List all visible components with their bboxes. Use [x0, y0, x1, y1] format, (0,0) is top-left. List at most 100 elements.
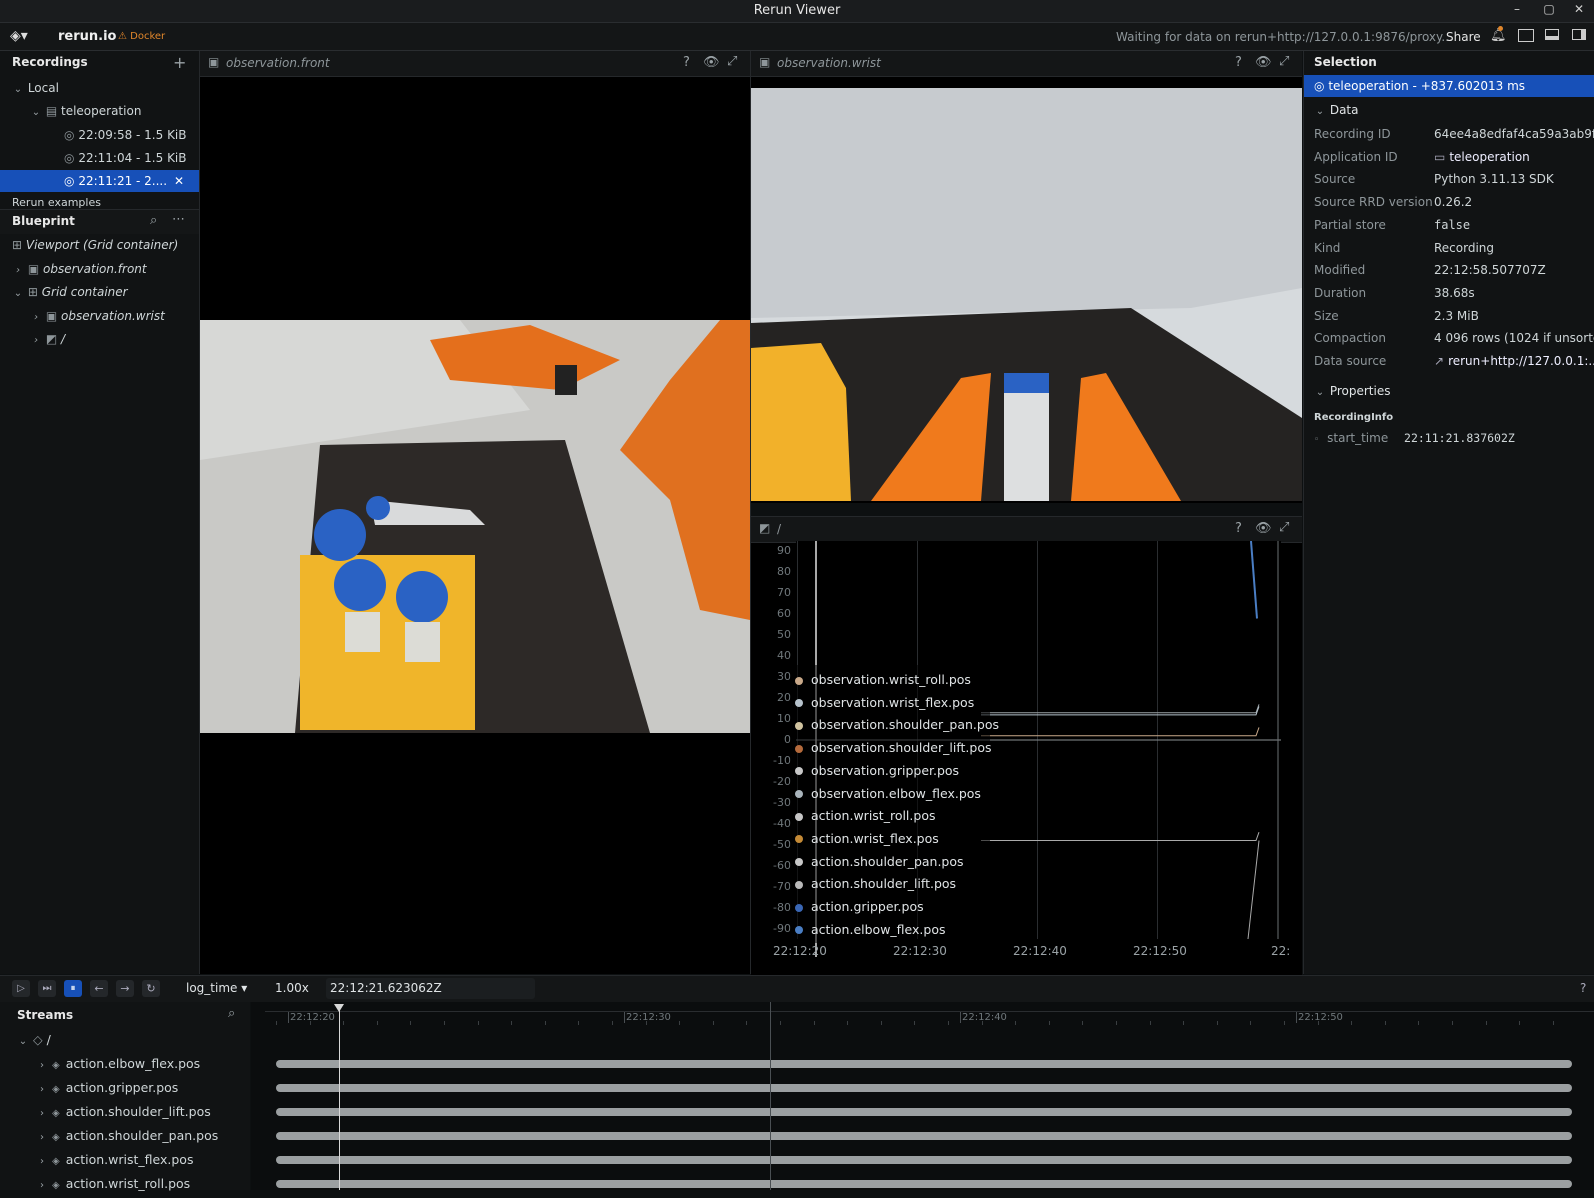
legend-entry[interactable]: observation.gripper.pos — [795, 760, 959, 782]
legend-entry[interactable]: observation.shoulder_lift.pos — [795, 737, 992, 759]
chevron-down-icon: ⌄ — [13, 288, 23, 299]
help-icon[interactable]: ? — [1235, 521, 1242, 536]
blueprint-item-grid[interactable]: ⌄ ⊞ Grid container — [12, 281, 128, 303]
step-forward-icon[interactable]: ⏭︎ — [38, 980, 56, 997]
legend-entry[interactable]: observation.wrist_roll.pos — [795, 669, 971, 691]
timeline-minor-tick — [343, 1021, 344, 1025]
rerun-examples-label[interactable]: Rerun examples — [12, 197, 101, 209]
x-tick-label: 22:12:20 — [773, 944, 827, 958]
legend-color-swatch — [795, 790, 803, 798]
timeline-selector[interactable]: log_time ▾ — [186, 981, 247, 995]
blueprint-item-wrist[interactable]: › ▣ observation.wrist — [30, 305, 165, 327]
timeline-tick-label: 22:12:50 — [1298, 1012, 1343, 1023]
recording-item[interactable]: ◎ 22:11:04 - 1.5 KiB — [64, 147, 187, 169]
step-next-icon[interactable]: → — [116, 980, 134, 997]
legend-entry[interactable]: action.wrist_flex.pos — [795, 828, 939, 850]
share-button[interactable]: Share — [1446, 30, 1481, 44]
help-icon[interactable]: ? — [683, 55, 690, 70]
legend-label: action.gripper.pos — [811, 899, 924, 914]
legend-entry[interactable]: action.gripper.pos — [795, 896, 924, 918]
plot-view-title[interactable]: / — [777, 522, 781, 536]
legend-entry[interactable]: action.wrist_roll.pos — [795, 805, 935, 827]
stream-item[interactable]: › ◈ action.shoulder_lift.pos — [36, 1100, 211, 1124]
streams-header: Streams — [17, 1008, 74, 1022]
stream-data-bar[interactable] — [276, 1060, 1572, 1068]
stream-item[interactable]: › ◈ action.gripper.pos — [36, 1076, 178, 1100]
legend-entry[interactable]: action.shoulder_lift.pos — [795, 873, 956, 895]
properties-section-header[interactable]: ⌄ Properties — [1314, 380, 1391, 402]
toggle-left-panel-icon[interactable] — [1518, 29, 1534, 42]
wrist-view-title[interactable]: observation.wrist — [777, 56, 881, 70]
legend-entry[interactable]: action.shoulder_pan.pos — [795, 851, 964, 873]
stream-item[interactable]: › ◈ action.wrist_roll.pos — [36, 1172, 190, 1196]
play-icon[interactable]: ▷ — [12, 980, 30, 997]
timeline-help-icon[interactable]: ? — [1580, 981, 1586, 995]
maximize-view-icon[interactable]: ⤢ — [1279, 54, 1289, 69]
toggle-bottom-panel-icon[interactable] — [1545, 29, 1559, 40]
help-icon[interactable]: ? — [1235, 55, 1242, 70]
search-icon[interactable]: ⌕ — [228, 1006, 235, 1021]
visibility-eye-icon[interactable]: 👁︎ — [1255, 55, 1272, 70]
stream-item[interactable]: › ◈ action.elbow_flex.pos — [36, 1052, 200, 1076]
stream-data-bar[interactable] — [276, 1156, 1572, 1164]
add-recording-icon[interactable]: + — [173, 53, 186, 72]
blueprint-item-plot[interactable]: › ◩ / — [30, 328, 65, 350]
blueprint-header-bar: Blueprint ⌕ ⋯ — [0, 209, 199, 234]
time-cursor[interactable] — [339, 1004, 340, 1190]
minimize-icon[interactable]: – — [1504, 2, 1530, 20]
field-link[interactable]: rerun+http://127.0.0.1:... — [1448, 354, 1594, 368]
timeline-minor-tick — [1082, 1021, 1083, 1025]
more-options-icon[interactable]: ⋯ — [172, 212, 185, 227]
legend-entry[interactable]: observation.elbow_flex.pos — [795, 783, 981, 805]
search-icon[interactable]: ⌕ — [150, 213, 157, 228]
app-icon: ▭ — [1434, 149, 1446, 164]
timeline-tick-label: 22:12:20 — [290, 1012, 335, 1023]
step-back-icon[interactable]: ← — [90, 980, 108, 997]
recording-item[interactable]: ◎ 22:09:58 - 1.5 KiB — [64, 124, 187, 146]
app-teleoperation[interactable]: ⌄ ▤ teleoperation — [30, 100, 142, 122]
selected-item[interactable]: ◎ teleoperation - +837.602013 ms — [1304, 75, 1594, 97]
legend-entry[interactable]: observation.shoulder_pan.pos — [795, 714, 999, 736]
entity-icon: ◇ — [32, 1032, 43, 1047]
time-controls: ▷ ⏭︎ ⏸︎ ← → ↻ log_time ▾ 1.00x 22:12:21.… — [0, 975, 1594, 1002]
stream-data-bar[interactable] — [276, 1084, 1572, 1092]
field-key: Recording ID — [1314, 127, 1391, 141]
legend-color-swatch — [795, 676, 803, 685]
blueprint-item-front[interactable]: › ▣ observation.front — [12, 258, 147, 280]
field-link[interactable]: teleoperation — [1449, 150, 1529, 164]
local-group[interactable]: ⌄ Local — [12, 77, 59, 99]
stream-item[interactable]: › ◈ action.shoulder_pan.pos — [36, 1124, 218, 1148]
stream-item[interactable]: › ◈ action.wrist_flex.pos — [36, 1148, 193, 1172]
maximize-view-icon[interactable]: ⤢ — [1279, 520, 1289, 535]
grid-icon: ⊞ — [12, 238, 23, 252]
rerun-logo-icon[interactable]: ◈▾ — [10, 28, 28, 44]
maximize-view-icon[interactable]: ⤢ — [727, 54, 737, 69]
current-time-field[interactable]: 22:12:21.623062Z — [326, 978, 535, 999]
stream-data-bar[interactable] — [276, 1132, 1572, 1140]
toggle-right-panel-icon[interactable] — [1572, 29, 1586, 40]
legend-color-swatch — [795, 835, 803, 844]
pause-icon[interactable]: ⏸︎ — [64, 980, 82, 997]
visibility-eye-icon[interactable]: 👁︎ — [1255, 521, 1272, 536]
stream-data-bar[interactable] — [276, 1180, 1572, 1188]
stream-data-bar[interactable] — [276, 1108, 1572, 1116]
viewport-item[interactable]: ⊞ Viewport (Grid container) — [12, 234, 178, 256]
visibility-eye-icon[interactable]: 👁︎ — [703, 55, 720, 70]
maximize-icon[interactable]: ▢ — [1536, 2, 1562, 20]
legend-entry[interactable]: observation.wrist_flex.pos — [795, 692, 974, 714]
loop-icon[interactable]: ↻ — [142, 980, 160, 997]
wrist-view: ▣ observation.wrist ? 👁︎ ⤢ — [751, 51, 1302, 503]
time-cursor-handle-icon[interactable] — [334, 1004, 344, 1012]
data-section-header[interactable]: ⌄ Data — [1314, 99, 1359, 121]
chevron-down-icon: ⌄ — [1315, 106, 1325, 117]
front-view-title[interactable]: observation.front — [226, 56, 330, 70]
close-recording-icon[interactable]: ✕ — [174, 170, 184, 192]
chart-icon: ◩ — [45, 332, 58, 346]
close-icon[interactable]: ✕ — [1566, 2, 1592, 20]
chevron-right-icon: › — [40, 1108, 44, 1119]
legend-entry[interactable]: action.elbow_flex.pos — [795, 919, 945, 941]
recording-item-selected[interactable]: ◎ 22:11:21 - 2.... ✕ — [0, 170, 199, 192]
stream-root[interactable]: ⌄ ◇ / — [17, 1028, 51, 1052]
chevron-down-icon: ⌄ — [31, 107, 41, 118]
playback-speed[interactable]: 1.00x — [275, 981, 309, 995]
